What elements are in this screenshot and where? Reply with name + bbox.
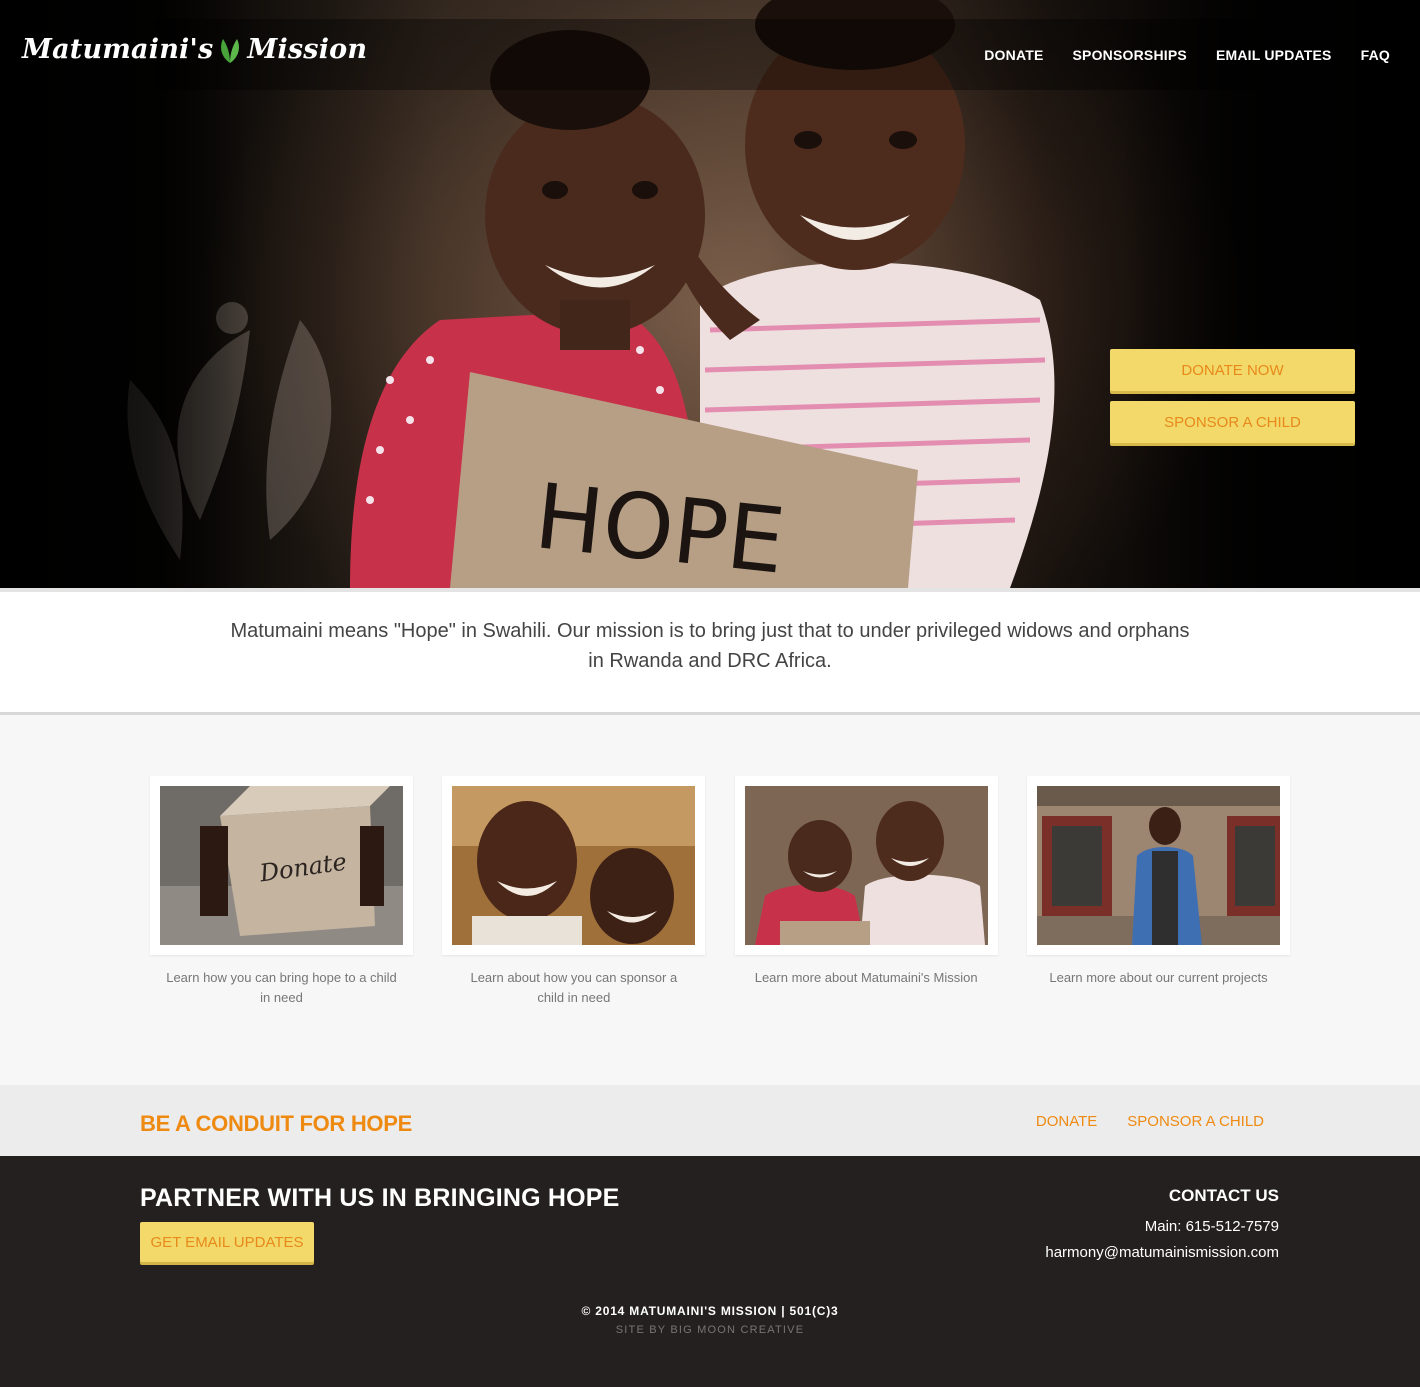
card-frame [1026,776,1290,955]
contact-block: CONTACT US Main: 615-512-7579 harmony@ma… [1045,1186,1279,1266]
main-nav: DONATE SPONSORSHIPS EMAIL UPDATES FAQ [984,47,1390,63]
card-caption: Learn about how you can sponsor a child … [470,970,678,1005]
site-credit-link[interactable]: SITE BY BIG MOON CREATIVE [0,1324,1420,1336]
contact-phone: Main: 615-512-7579 [1144,1218,1279,1235]
site-logo[interactable]: Matumaini's Mission [22,34,367,65]
card-caption: Learn more about our current projects [1049,970,1268,985]
donate-now-button[interactable]: DONATE NOW [1110,349,1355,391]
smiling-boys-photo [452,786,696,945]
call-to-action-bar: BE A CONDUIT FOR HOPE DONATE SPONSOR A C… [0,1085,1420,1156]
card-frame: Donate [150,776,413,955]
site-footer: PARTNER WITH US IN BRINGING HOPE GET EMA… [0,1156,1420,1387]
nav-faq[interactable]: FAQ [1361,47,1390,63]
conduit-donate-link[interactable]: DONATE [1036,1113,1097,1130]
mission-statement: Matumaini means "Hope" in Swahili. Our m… [0,588,1420,715]
mission-text: Matumaini means "Hope" in Swahili. Our m… [230,620,1190,672]
get-email-updates-button[interactable]: GET EMAIL UPDATES [140,1222,314,1262]
card-sponsor[interactable]: Learn about how you can sponsor a child … [442,776,706,1008]
contact-heading: CONTACT US [1168,1186,1279,1205]
nav-sponsorships[interactable]: SPONSORSHIPS [1073,47,1187,63]
donate-box-photo: Donate [160,786,403,945]
sponsor-a-child-button[interactable]: SPONSOR A CHILD [1110,401,1355,443]
conduit-heading: BE A CONDUIT FOR HOPE [140,1111,412,1136]
card-projects[interactable]: Learn more about our current projects [1026,776,1290,1008]
logo-text-part1: Matumaini's [22,34,214,65]
conduit-links: DONATE SPONSOR A CHILD [1036,1113,1264,1130]
card-frame [734,776,998,955]
card-caption: Learn more about Matumaini's Mission [754,970,978,985]
card-frame [442,776,706,955]
card-donate[interactable]: Donate Learn how you can bring hope to a… [150,776,413,1008]
woman-house-photo [1036,786,1280,945]
hero-banner: HOPE Matumaini's Mission DONATE SPONSORS… [0,0,1420,588]
nav-donate[interactable]: DONATE [984,47,1043,63]
feature-cards: Donate Learn how you can bring hope to a… [150,776,1290,1008]
card-mission[interactable]: Learn more about Matumaini's Mission [734,776,998,1008]
logo-text-part2: Mission [247,34,368,65]
contact-email[interactable]: harmony@matumainismission.com [1045,1240,1279,1266]
card-caption: Learn how you can bring hope to a child … [166,970,397,1005]
leaf-logo-icon [221,38,240,63]
conduit-sponsor-link[interactable]: SPONSOR A CHILD [1127,1113,1264,1130]
partner-heading: PARTNER WITH US IN BRINGING HOPE [140,1184,620,1212]
two-girls-photo [744,786,988,945]
nav-email-updates[interactable]: EMAIL UPDATES [1216,47,1332,63]
copyright-text: © 2014 MATUMAINI'S MISSION | 501(C)3 [581,1304,839,1318]
